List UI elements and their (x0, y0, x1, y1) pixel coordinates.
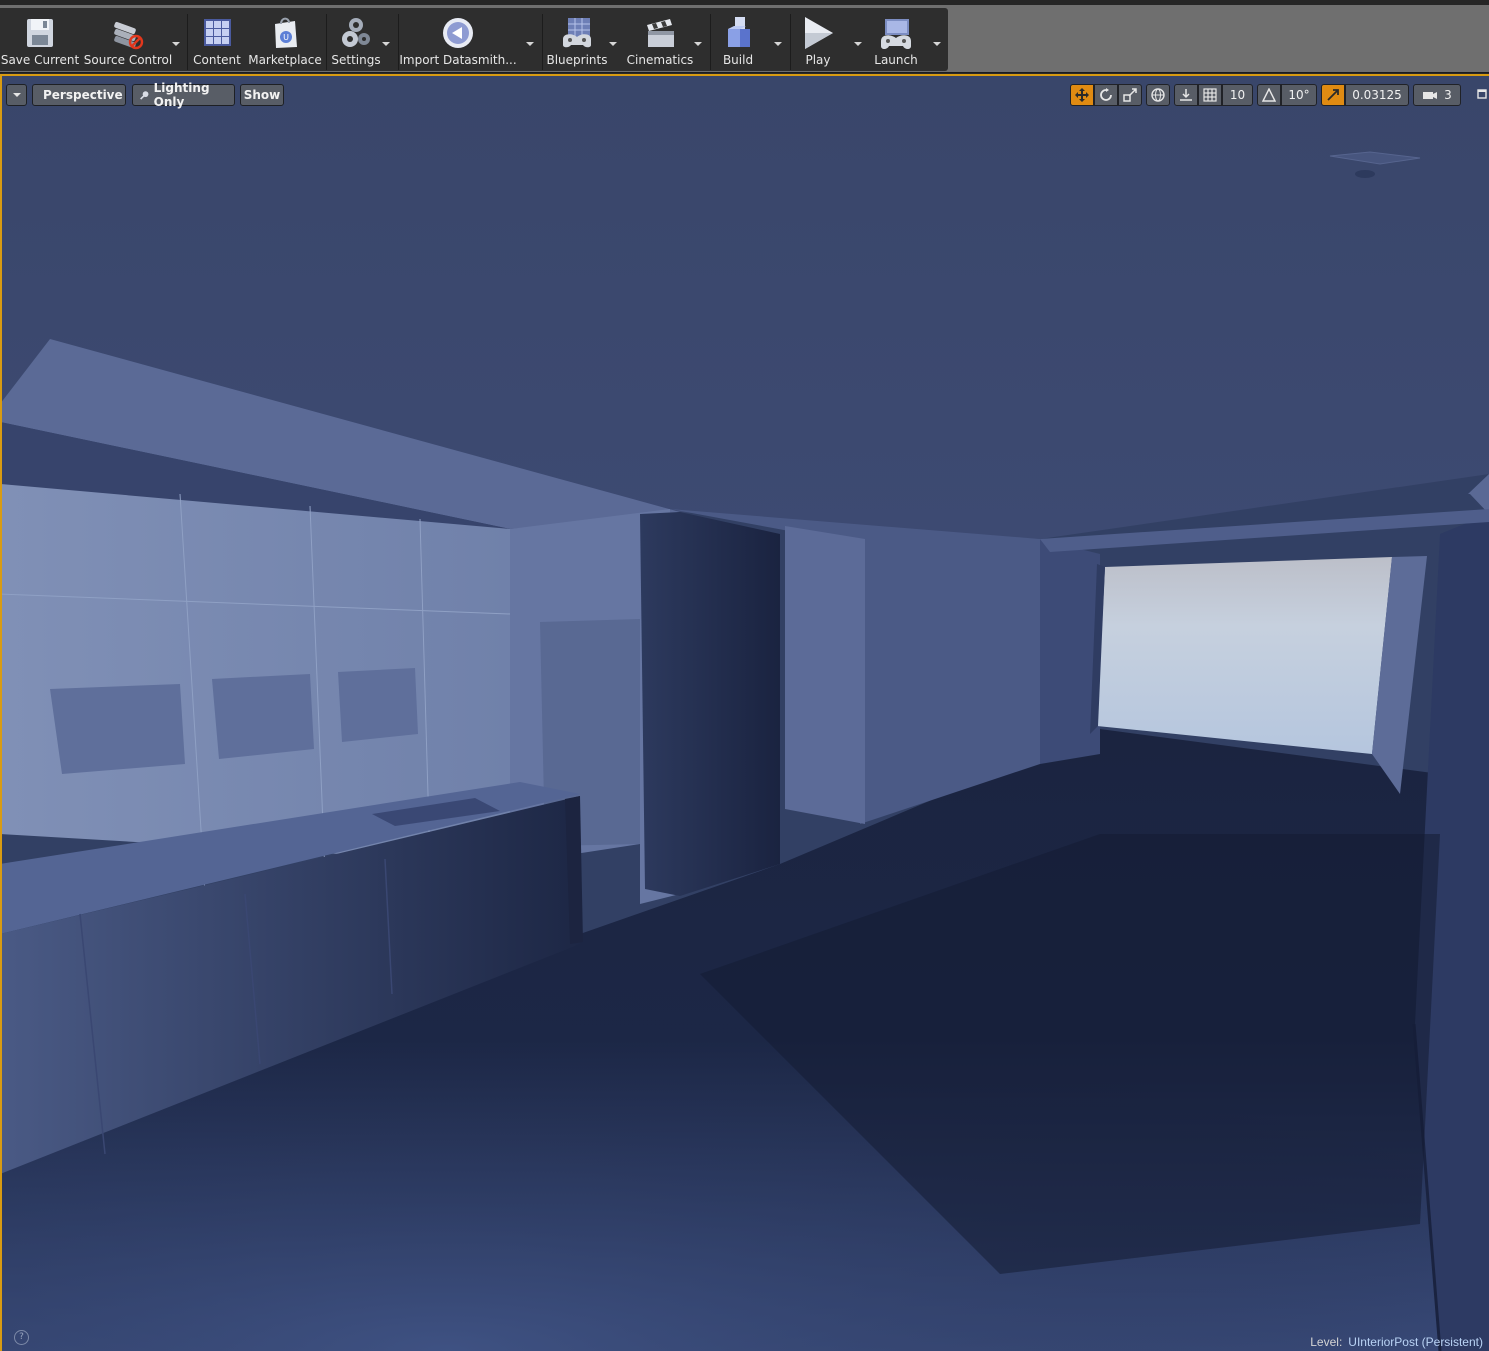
move-arrows-icon (1075, 88, 1089, 102)
grid-snap-label: 10 (1229, 88, 1246, 102)
build-button[interactable]: Build (714, 11, 762, 69)
lighting-bulb-icon (140, 91, 149, 100)
level-label: Level: (1310, 1335, 1343, 1349)
lighting-only-label: Lighting Only (153, 81, 210, 109)
build-cubes-icon (728, 17, 750, 47)
scale-snap-toggle[interactable] (1321, 84, 1345, 106)
cinematics-button[interactable]: Cinematics (626, 11, 694, 69)
scale-snap-icon (1327, 89, 1339, 101)
perspective-button[interactable]: Perspective (32, 84, 126, 106)
source-control-label: Source Control (83, 53, 173, 67)
build-label: Build (722, 53, 754, 67)
settings-dropdown[interactable] (379, 39, 391, 49)
blueprints-label: Blueprints (546, 53, 608, 67)
globe-icon (1151, 88, 1165, 102)
toolbar-separator (542, 14, 543, 70)
toolbar-separator (326, 14, 327, 70)
rotation-snap-toggle[interactable] (1257, 84, 1281, 106)
content-button[interactable]: Content (192, 11, 242, 69)
transform-toolbar: 10 10° 0.03125 3 (1070, 84, 1461, 107)
datasmith-icon (443, 18, 473, 48)
launch-dropdown[interactable] (930, 39, 942, 49)
main-toolbar: Save Current Source Control Content U Ma… (0, 0, 1489, 77)
level-name: UInteriorPost (Persistent) (1348, 1335, 1483, 1349)
scale-snap-value[interactable]: 0.03125 (1345, 84, 1409, 106)
camera-icon (1423, 92, 1438, 99)
play-button[interactable]: Play (794, 11, 842, 69)
rotate-mode-button[interactable] (1094, 84, 1118, 106)
source-control-icon (114, 21, 144, 50)
build-dropdown[interactable] (771, 39, 783, 49)
play-dropdown[interactable] (851, 39, 863, 49)
settings-button[interactable]: Settings (330, 11, 382, 69)
blueprints-dropdown[interactable] (606, 39, 618, 49)
rotation-snap-label: 10° (1288, 88, 1310, 102)
play-icon (805, 17, 833, 49)
chevron-down-icon (12, 93, 21, 97)
marketplace-icon: U (275, 17, 297, 48)
surface-snap-button[interactable] (1174, 84, 1198, 106)
blueprints-icon (563, 18, 591, 48)
import-datasmith-button[interactable]: Import Datasmith... (399, 11, 517, 69)
save-icon (27, 19, 53, 47)
rotate-icon (1100, 88, 1112, 101)
viewport-options-button[interactable] (6, 84, 27, 106)
play-label: Play (805, 53, 831, 67)
save-current-button[interactable]: Save Current (0, 11, 80, 69)
translate-mode-button[interactable] (1070, 84, 1094, 106)
show-button[interactable]: Show (240, 84, 284, 106)
toolbar-strip: Save Current Source Control Content U Ma… (0, 8, 948, 71)
source-control-dropdown[interactable] (169, 39, 181, 49)
show-label: Show (243, 88, 281, 102)
help-icon[interactable]: ? (14, 1330, 29, 1345)
blueprints-button[interactable]: Blueprints (546, 11, 608, 69)
scale-snap-label: 0.03125 (1352, 88, 1402, 102)
cinematics-clapper-icon (647, 19, 674, 47)
rotation-snap-value[interactable]: 10° (1281, 84, 1317, 106)
settings-gears-icon (342, 18, 370, 47)
cinematics-dropdown[interactable] (691, 39, 703, 49)
level-status: Level: UInteriorPost (Persistent) (1310, 1335, 1483, 1349)
world-local-toggle[interactable] (1146, 84, 1170, 106)
maximize-viewport-icon[interactable] (1477, 89, 1487, 99)
cinematics-label: Cinematics (626, 53, 694, 67)
save-current-label: Save Current (0, 53, 80, 67)
content-label: Content (193, 53, 241, 67)
svg-text:U: U (283, 33, 289, 42)
scale-mode-button[interactable] (1118, 84, 1142, 106)
surface-snap-icon (1180, 89, 1192, 101)
viewport-scene[interactable] (0, 74, 1489, 1351)
camera-speed-button[interactable]: 3 (1413, 84, 1461, 106)
marketplace-label: Marketplace (248, 53, 322, 67)
lighting-only-button[interactable]: Lighting Only (132, 81, 235, 109)
import-datasmith-label: Import Datasmith... (399, 53, 517, 67)
angle-icon (1262, 88, 1276, 102)
toolbar-separator (790, 14, 791, 70)
content-browser-icon (204, 19, 231, 46)
marketplace-button[interactable]: U Marketplace (248, 11, 322, 69)
level-viewport[interactable]: Perspective Lighting Only Show 10 10° 0.… (0, 74, 1489, 1351)
toolbar-separator (710, 14, 711, 70)
grid-icon (1203, 88, 1217, 102)
grid-snap-toggle[interactable] (1198, 84, 1222, 106)
toolbar-separator (187, 14, 188, 70)
launch-button[interactable]: Launch (868, 11, 924, 69)
source-control-button[interactable]: Source Control (84, 11, 172, 69)
launch-gamepad-icon (881, 19, 911, 49)
launch-label: Launch (874, 53, 918, 67)
camera-speed-label: 3 (1444, 88, 1452, 102)
settings-label: Settings (331, 53, 381, 67)
perspective-label: Perspective (43, 88, 123, 102)
scale-icon (1123, 88, 1137, 102)
import-datasmith-dropdown[interactable] (523, 39, 535, 49)
grid-snap-value[interactable]: 10 (1222, 84, 1253, 106)
